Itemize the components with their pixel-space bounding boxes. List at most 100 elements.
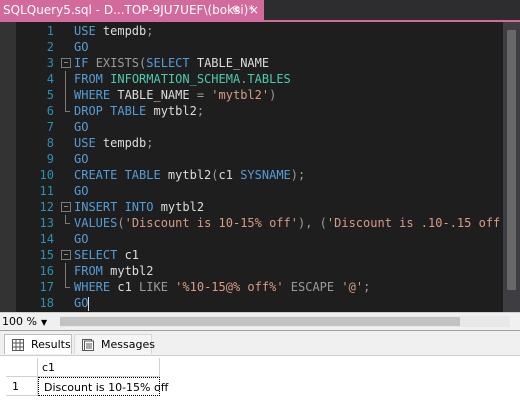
column-header-c1[interactable]: c1 <box>38 358 160 377</box>
code-line[interactable]: 7 GO <box>0 119 520 135</box>
code-token: LIKE <box>139 280 168 294</box>
code-text: GO <box>74 231 88 247</box>
code-text: INSERT INTO mytbl2 <box>74 199 204 215</box>
line-number: 15 <box>39 248 54 262</box>
code-line[interactable]: 16 FROM mytbl2 <box>0 263 520 279</box>
collapse-icon[interactable]: − <box>61 250 71 260</box>
fold-guide-end <box>65 215 70 224</box>
code-token: 'mytbl2' <box>211 88 270 102</box>
code-line[interactable]: 12− INSERT INTO mytbl2 <box>0 199 520 215</box>
line-number: 12 <box>39 200 54 214</box>
code-line[interactable]: 2 GO <box>0 39 520 55</box>
zoom-level: 100 % <box>2 315 37 328</box>
collapse-icon[interactable]: − <box>61 58 71 68</box>
results-grid[interactable]: c1 1 Discount is 10-15% off <box>0 356 520 401</box>
code-token: tempdb <box>95 24 147 38</box>
code-token: '%10-15@% off%' <box>175 280 284 294</box>
code-token: SYSNAME <box>240 168 291 182</box>
code-text: GO <box>74 151 88 167</box>
line-number: 7 <box>46 120 54 134</box>
code-token: SELECT <box>74 248 118 262</box>
code-token: GO <box>74 152 89 166</box>
editor-scroll-thumb[interactable] <box>507 30 516 290</box>
horizontal-scroll-thumb[interactable] <box>60 317 460 326</box>
line-number: 5 <box>46 88 54 102</box>
code-text: GO <box>74 183 88 199</box>
code-token: EXISTS( <box>95 56 147 70</box>
code-token: c1 <box>117 248 140 262</box>
code-line[interactable]: 6 DROP TABLE mytbl2; <box>0 103 520 119</box>
code-token: ), ( <box>297 216 327 230</box>
code-token: ); <box>290 168 306 182</box>
query-document-tab[interactable]: SQLQuery5.sql - D...TOP-9JU7UEF\(boksi)*… <box>0 0 264 20</box>
code-line[interactable]: 1 USE tempdb; <box>0 23 520 39</box>
chevron-down-icon: ▼ <box>40 318 48 327</box>
code-token: DROP TABLE <box>74 104 147 118</box>
grid-corner[interactable] <box>6 358 38 377</box>
code-token: mytbl2 <box>146 104 197 118</box>
code-line[interactable]: 5 WHERE TABLE_NAME = 'mytbl2') <box>0 87 520 103</box>
code-line[interactable]: 10 CREATE TABLE mytbl2(c1 SYSNAME); <box>0 167 520 183</box>
code-token: ; <box>363 280 371 294</box>
sql-editor[interactable]: 1 USE tempdb; 2 GO 3− IF EXISTS(SELECT TABLE_… <box>0 22 520 312</box>
collapse-icon[interactable]: − <box>61 202 71 212</box>
code-text: VALUES('Discount is 10-15% off'), ('Disc… <box>74 215 520 231</box>
query-tab-title: SQLQuery5.sql - D...TOP-9JU7UEF\(boksi)* <box>3 3 255 17</box>
zoom-dropdown[interactable]: 100 % ▼ <box>2 313 47 330</box>
code-token: VALUES <box>74 216 118 230</box>
close-icon[interactable]: × <box>249 0 259 20</box>
code-token: INFORMATION_SCHEMA <box>110 72 241 86</box>
code-text: USE tempdb; <box>74 23 154 39</box>
code-token: = <box>196 88 205 102</box>
fold-guide <box>65 263 66 279</box>
code-line[interactable]: 13 VALUES('Discount is 10-15% off'), ('Di… <box>0 215 520 231</box>
editor-vertical-scrollbar[interactable] <box>503 22 520 312</box>
code-token: ESCAPE <box>290 280 335 294</box>
code-text: FROM mytbl2 <box>74 263 153 279</box>
row-number[interactable]: 1 <box>6 377 38 396</box>
code-line[interactable]: 3− IF EXISTS(SELECT TABLE_NAME <box>0 55 520 71</box>
code-line[interactable]: 11 GO <box>0 183 520 199</box>
code-line[interactable]: 18 GO <box>0 295 520 311</box>
editor-horizontal-scrollbar[interactable] <box>60 316 510 327</box>
fold-guide-end <box>65 103 70 112</box>
code-token: ; <box>146 24 154 38</box>
code-token: tempdb <box>95 136 147 150</box>
code-line[interactable]: 9 GO <box>0 151 520 167</box>
code-text: CREATE TABLE mytbl2(c1 SYSNAME); <box>74 167 305 183</box>
line-number: 2 <box>46 40 54 54</box>
code-text: USE tempdb; <box>74 135 154 151</box>
code-token: GO <box>74 296 89 310</box>
code-line[interactable]: 17 WHERE c1 LIKE '%10-15@% off%' ESCAPE '… <box>0 279 520 295</box>
line-number: 10 <box>39 168 54 182</box>
code-token: INSERT INTO <box>74 200 154 214</box>
code-text: GO <box>74 39 88 55</box>
table-cell[interactable]: Discount is 10-15% off <box>38 377 168 396</box>
tab-messages[interactable]: Messages <box>74 334 155 354</box>
code-token: c1 <box>218 168 241 182</box>
line-number: 4 <box>46 72 54 86</box>
line-number: 17 <box>39 280 54 294</box>
code-token: USE <box>74 136 96 150</box>
code-token: ( <box>117 216 125 230</box>
line-number: 16 <box>39 264 54 278</box>
tab-messages-label: Messages <box>101 338 155 351</box>
code-text: WHERE c1 LIKE '%10-15@% off%' ESCAPE '@'… <box>74 279 370 295</box>
line-number: 1 <box>46 24 54 38</box>
code-line[interactable]: 4 FROM INFORMATION_SCHEMA.TABLES <box>0 71 520 87</box>
code-line[interactable]: 8 USE tempdb; <box>0 135 520 151</box>
tab-results[interactable]: Results <box>4 334 72 354</box>
line-number: 3 <box>46 56 54 70</box>
line-number: 14 <box>39 232 54 246</box>
code-token: TABLES <box>247 72 291 86</box>
line-number: 13 <box>39 216 54 230</box>
line-number: 9 <box>46 152 54 166</box>
code-line[interactable]: 14 GO <box>0 231 520 247</box>
fold-guide <box>65 71 66 87</box>
code-token: WHERE <box>74 88 111 102</box>
code-token: ; <box>196 104 205 118</box>
pin-icon[interactable]: ⊕ <box>232 0 240 20</box>
code-line[interactable]: 15− SELECT c1 <box>0 247 520 263</box>
